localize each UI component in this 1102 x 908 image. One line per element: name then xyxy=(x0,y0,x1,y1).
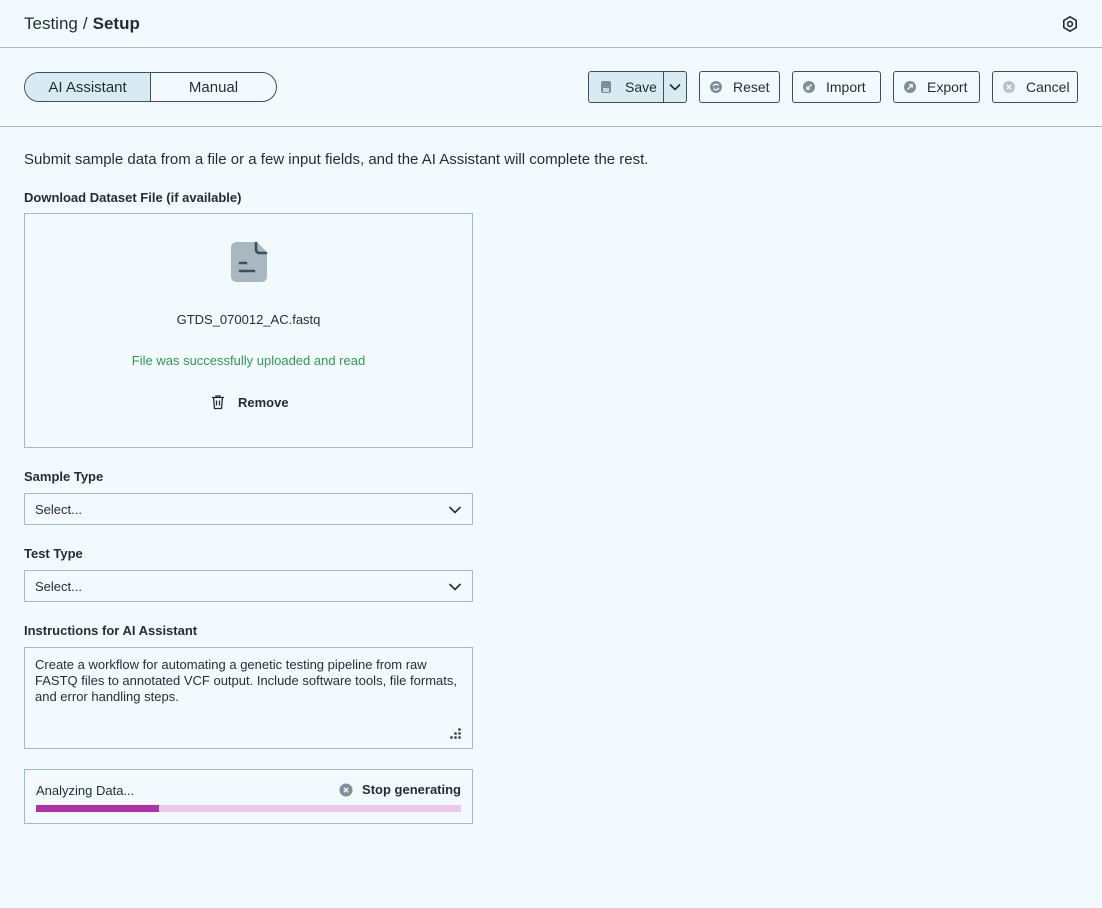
breadcrumb: Testing / Setup xyxy=(24,14,140,34)
test-type-label: Test Type xyxy=(24,546,83,561)
file-name: GTDS_070012_AC.fastq xyxy=(176,312,321,327)
intro-text: Submit sample data from a file or a few … xyxy=(24,151,649,168)
file-dropzone[interactable]: GTDS_070012_AC.fastq File was successful… xyxy=(24,213,473,448)
stop-icon xyxy=(339,783,353,797)
upload-status: File was successfully uploaded and read xyxy=(131,353,366,368)
reset-icon xyxy=(709,80,723,94)
sample-type-value: Select... xyxy=(35,501,82,517)
export-label: Export xyxy=(927,79,968,95)
toolbar: AI Assistant Manual Save Reset Import Ex… xyxy=(0,48,1102,127)
gear-icon xyxy=(1062,16,1077,32)
test-type-select[interactable]: Select... xyxy=(24,570,473,602)
remove-file-button[interactable]: Remove xyxy=(210,392,289,412)
page-title: Setup xyxy=(92,13,140,33)
sample-type-select[interactable]: Select... xyxy=(24,493,473,525)
chevron-down-icon xyxy=(448,503,462,517)
chevron-down-icon xyxy=(669,83,681,91)
instructions-textarea[interactable] xyxy=(24,647,473,749)
sample-type-label: Sample Type xyxy=(24,469,104,484)
export-icon xyxy=(903,80,917,94)
tab-ai-assistant[interactable]: AI Assistant xyxy=(25,73,151,101)
generation-progress-card: Analyzing Data... Stop generating xyxy=(24,769,473,824)
breadcrumb-separator: / xyxy=(82,13,88,33)
dataset-label: Download Dataset File (if available) xyxy=(24,190,242,205)
stop-generating-button[interactable]: Stop generating xyxy=(339,782,461,797)
test-type-value: Select... xyxy=(35,578,82,594)
file-icon xyxy=(230,241,268,283)
import-button[interactable]: Import xyxy=(792,71,881,103)
settings-button[interactable] xyxy=(1060,14,1080,34)
page-header: Testing / Setup xyxy=(0,0,1102,48)
reset-label: Reset xyxy=(733,79,770,95)
import-icon xyxy=(802,80,816,94)
cancel-button[interactable]: Cancel xyxy=(992,71,1078,103)
export-button[interactable]: Export xyxy=(893,71,980,103)
progress-status-text: Analyzing Data... xyxy=(36,783,135,798)
remove-label: Remove xyxy=(238,394,289,410)
save-icon xyxy=(599,80,613,94)
instructions-label: Instructions for AI Assistant xyxy=(24,623,198,638)
resize-handle-icon[interactable] xyxy=(448,727,462,741)
save-split-button: Save xyxy=(588,71,687,103)
save-button[interactable]: Save xyxy=(589,72,664,102)
chevron-down-icon xyxy=(448,580,462,594)
cancel-label: Cancel xyxy=(1026,79,1070,95)
cancel-icon xyxy=(1002,80,1016,94)
save-label: Save xyxy=(625,79,657,95)
import-label: Import xyxy=(826,79,866,95)
reset-button[interactable]: Reset xyxy=(699,71,780,103)
stop-generating-label: Stop generating xyxy=(362,782,461,797)
progress-bar-fill xyxy=(36,805,160,812)
trash-icon xyxy=(210,394,226,410)
tab-manual[interactable]: Manual xyxy=(151,73,276,101)
save-options-dropdown[interactable] xyxy=(664,72,686,102)
mode-toggle: AI Assistant Manual xyxy=(24,72,277,102)
progress-bar xyxy=(36,805,461,812)
breadcrumb-parent[interactable]: Testing xyxy=(24,14,78,33)
